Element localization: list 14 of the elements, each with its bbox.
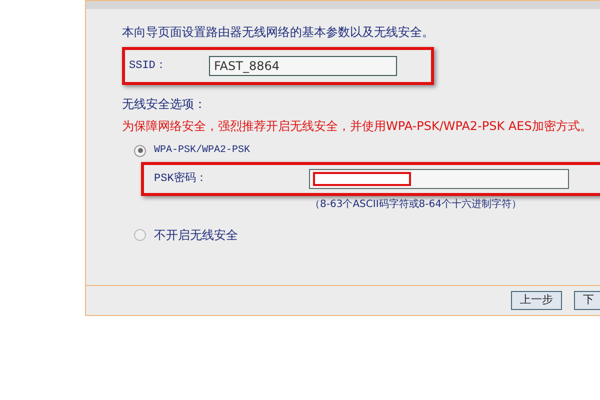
radio-button[interactable] [134,144,146,156]
section-heading: 无线安全选项： [122,96,207,113]
option-label: 不开启无线安全 [154,227,238,244]
ssid-field[interactable]: FAST_8864 [209,56,397,76]
intro-text: 本向导页面设置路由器无线网络的基本参数以及无线安全。 [122,24,435,41]
step-button[interactable]: 下 [574,291,600,310]
warning-text: 为保障网络安全，强烈推荐开启无线安全，并使用WPA-PSK/WPA2-PSK AES加密方式。 [122,118,593,135]
step-button[interactable]: 上一步 [511,291,562,310]
radio-button[interactable] [134,229,146,241]
password-hint: （8-63个ASCII码字符或8-64个十六进制字符） [310,198,522,212]
ssid-label: SSID： [129,58,168,74]
psk-label: PSK密码： [154,170,208,187]
password-field[interactable] [309,169,569,189]
option-label: WPA-PSK/WPA2-PSK [154,144,250,158]
